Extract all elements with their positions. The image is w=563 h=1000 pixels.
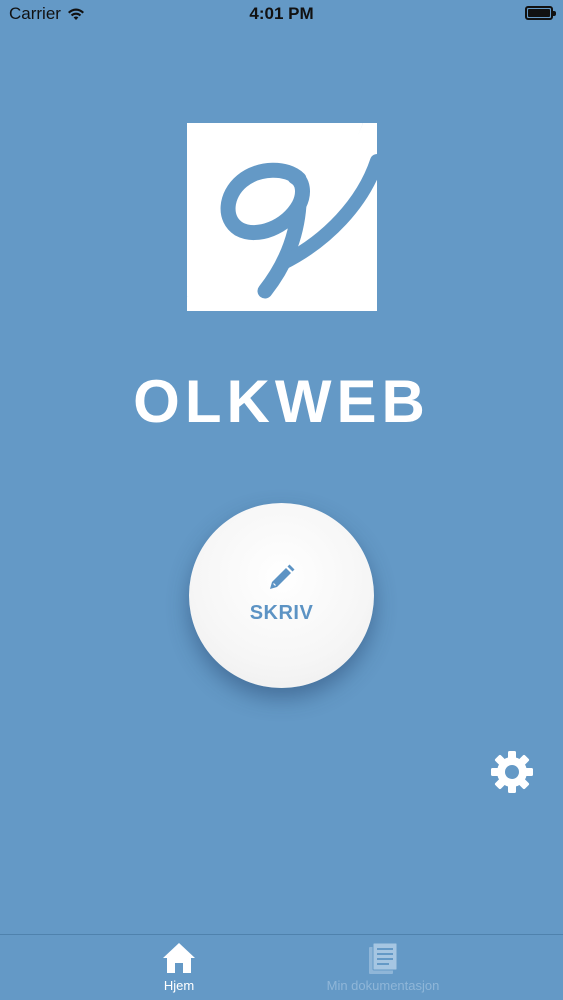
- tab-home[interactable]: Hjem: [89, 941, 269, 997]
- clock: 4:01 PM: [249, 4, 314, 23]
- tab-my-documentation[interactable]: Min dokumentasjon: [293, 941, 473, 997]
- app-title: OLKWEB: [133, 368, 430, 435]
- tab-bar: Hjem Min dokumentasjon: [0, 934, 563, 1000]
- tab-home-label: Hjem: [163, 978, 195, 993]
- gear-icon[interactable]: [488, 748, 536, 796]
- write-button[interactable]: SKRIV: [189, 503, 374, 688]
- battery-icon: [525, 6, 556, 20]
- home-icon: [163, 943, 195, 973]
- home-screen: Carrier 4:01 PM OLKWEB SKRIV Hjem Min do…: [0, 0, 563, 1000]
- olkweb-logo: [187, 123, 377, 311]
- tab-my-documentation-label: Min dokumentasjon: [326, 978, 440, 993]
- document-icon: [369, 942, 398, 974]
- pencil-icon: [270, 564, 295, 589]
- status-bar: Carrier 4:01 PM: [0, 0, 563, 30]
- write-button-label: SKRIV: [249, 602, 314, 624]
